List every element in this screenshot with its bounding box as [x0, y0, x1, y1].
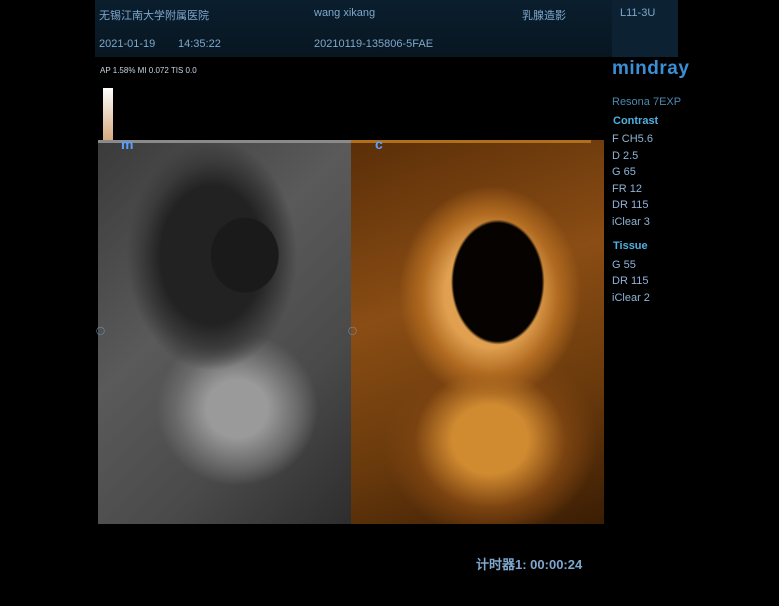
timer-display: 计时器1: 00:00:24 [476, 557, 583, 572]
contrast-param: G 65 [612, 166, 636, 178]
tissue-mode-marker: m [121, 136, 134, 152]
contrast-param: FR 12 [612, 183, 642, 195]
tissue-image[interactable] [98, 140, 351, 524]
acoustic-status: AP 1.58% MI 0.072 TIS 0.0 [100, 66, 197, 75]
tissue-param: DR 115 [612, 275, 649, 287]
probe-name: L11-3U [620, 7, 656, 19]
tissue-param: iClear 2 [612, 292, 650, 304]
depth-line [351, 140, 591, 143]
exam-id: 20210119-135806-5FAE [314, 38, 434, 50]
tissue-label: Tissue [613, 240, 648, 252]
contrast-param: DR 115 [612, 199, 649, 211]
patient-name: wang xikang [314, 7, 376, 19]
hospital-name: 无锡江南大学附属医院 [99, 10, 209, 22]
contrast-param: F CH5.6 [612, 133, 653, 145]
contrast-mode-marker: c [375, 136, 383, 152]
focus-icon: ◯ [348, 326, 357, 335]
brand-logo: mindray [612, 58, 690, 79]
device-model: Resona 7EXP [612, 96, 682, 108]
contrast-param: iClear 3 [612, 216, 650, 228]
focus-icon: ◯ [96, 326, 105, 335]
exam-type: 乳腺造影 [522, 10, 566, 22]
contrast-label: Contrast [613, 115, 659, 127]
exam-date: 2021-01-19 [99, 38, 156, 50]
depth-line [98, 140, 351, 143]
contrast-param: D 2.5 [612, 150, 639, 162]
tissue-param: G 55 [612, 259, 636, 271]
exam-time: 14:35:22 [178, 38, 221, 50]
contrast-image[interactable] [351, 140, 604, 524]
